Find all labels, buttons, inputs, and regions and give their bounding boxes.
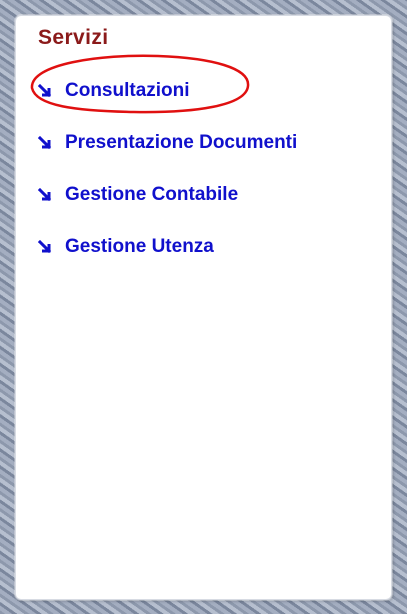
- arrow-down-right-icon: [38, 240, 52, 254]
- arrow-down-right-icon: [38, 84, 52, 98]
- menu-item-label: Gestione Contabile: [65, 184, 239, 205]
- menu-item-gestione-contabile: Gestione Contabile: [38, 181, 297, 233]
- menu-item-presentazione-documenti: Presentazione Documenti: [38, 129, 297, 181]
- menu-item-gestione-utenza: Gestione Utenza: [38, 233, 297, 285]
- link-gestione-utenza[interactable]: Gestione Utenza: [38, 233, 214, 261]
- link-gestione-contabile[interactable]: Gestione Contabile: [38, 181, 238, 209]
- link-presentazione-documenti[interactable]: Presentazione Documenti: [38, 129, 297, 157]
- arrow-down-right-icon: [38, 136, 52, 150]
- menu-item-label: Consultazioni: [65, 80, 190, 101]
- services-menu: Consultazioni Presentazione Documenti Ge…: [38, 77, 297, 285]
- panel-title: Servizi: [38, 26, 109, 49]
- menu-item-label: Presentazione Documenti: [65, 132, 298, 153]
- menu-item-label: Gestione Utenza: [65, 236, 214, 257]
- arrow-down-right-icon: [38, 188, 52, 202]
- menu-item-consultazioni: Consultazioni: [38, 77, 297, 129]
- link-consultazioni[interactable]: Consultazioni: [38, 77, 190, 105]
- services-panel: Servizi Consultazioni Presentazione Docu…: [15, 15, 392, 600]
